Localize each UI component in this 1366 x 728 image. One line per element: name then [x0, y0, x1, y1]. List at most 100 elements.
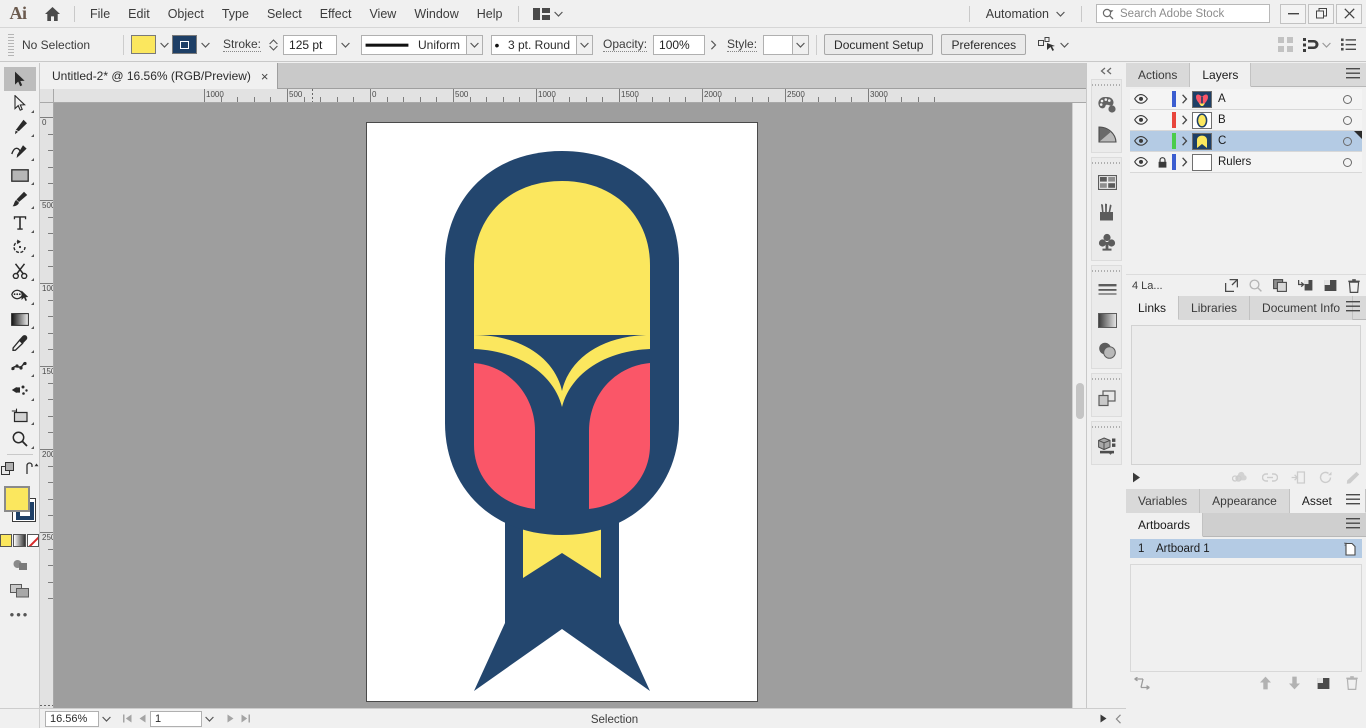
status-menu-icon[interactable]: [1096, 711, 1111, 727]
page-dropdown-caret[interactable]: [202, 711, 217, 727]
links-list-empty[interactable]: [1131, 325, 1361, 465]
update-link-icon[interactable]: [1319, 471, 1333, 484]
gradient-icon[interactable]: [1092, 305, 1122, 335]
layer-row-b[interactable]: B: [1130, 110, 1362, 131]
control-bar-grip[interactable]: [6, 33, 16, 56]
rail-grip[interactable]: [1092, 80, 1121, 89]
transform-icon[interactable]: [1303, 37, 1319, 52]
layer-target-indicator[interactable]: [1332, 94, 1362, 104]
ruler-origin-corner[interactable]: [40, 89, 54, 103]
fill-color-swatch[interactable]: [131, 35, 156, 54]
panel-menu-icon[interactable]: [1346, 518, 1360, 532]
go-to-link-icon[interactable]: [1291, 470, 1306, 484]
rotate-tool[interactable]: [4, 235, 36, 259]
graphic-style-caret[interactable]: [793, 34, 810, 55]
align-icon[interactable]: [1278, 37, 1293, 52]
layer-name[interactable]: B: [1218, 114, 1332, 126]
release-to-layers-icon[interactable]: [1225, 279, 1238, 292]
create-new-layer-icon[interactable]: [1324, 279, 1337, 292]
home-icon[interactable]: [36, 0, 68, 28]
type-tool[interactable]: [4, 211, 36, 235]
menu-select[interactable]: Select: [258, 0, 311, 28]
artboard-options-icon[interactable]: [1338, 542, 1362, 556]
disclosure-icon[interactable]: [1176, 157, 1192, 167]
default-fill-stroke-icon[interactable]: [0, 462, 15, 476]
panel-menu-icon[interactable]: [1346, 68, 1360, 82]
symbols-icon[interactable]: [1092, 227, 1122, 257]
stroke-weight-stepper[interactable]: [269, 38, 280, 51]
move-up-icon[interactable]: [1259, 676, 1272, 690]
restore-button[interactable]: [1308, 3, 1334, 24]
stroke-color-swatch[interactable]: [172, 35, 197, 54]
chevron-down-icon[interactable]: [1322, 42, 1331, 48]
disclosure-icon[interactable]: [1176, 115, 1192, 125]
stroke-icon[interactable]: [1092, 275, 1122, 305]
gradient-tool[interactable]: [4, 307, 36, 331]
layer-name[interactable]: Rulers: [1218, 156, 1332, 168]
opacity-expand-icon[interactable]: [705, 35, 721, 54]
last-page-icon[interactable]: [238, 711, 253, 727]
layer-target-indicator[interactable]: [1332, 115, 1362, 125]
gradient-icon[interactable]: [13, 533, 26, 547]
collapse-panels-icon[interactable]: [1087, 63, 1126, 79]
layer-row-rulers[interactable]: Rulers: [1130, 152, 1362, 173]
menu-file[interactable]: File: [81, 0, 119, 28]
eye-icon[interactable]: [1130, 157, 1152, 167]
automation-menu[interactable]: Automation: [976, 7, 1075, 21]
zoom-tool[interactable]: [4, 427, 36, 451]
make-clipping-mask-icon[interactable]: [1273, 279, 1287, 292]
artboard-row-1[interactable]: 1 Artboard 1: [1130, 539, 1362, 558]
menu-window[interactable]: Window: [405, 0, 467, 28]
menu-effect[interactable]: Effect: [311, 0, 361, 28]
menu-type[interactable]: Type: [213, 0, 258, 28]
artboard-tool[interactable]: [4, 403, 36, 427]
eye-icon[interactable]: [1130, 136, 1152, 146]
tab-artboards[interactable]: Artboards: [1126, 513, 1204, 537]
layer-target-indicator[interactable]: [1332, 157, 1362, 167]
vertical-ruler[interactable]: 0 500 1000 1500 2000 2500: [40, 103, 54, 708]
menu-view[interactable]: View: [360, 0, 405, 28]
canvas-vertical-scrollbar[interactable]: [1072, 103, 1086, 708]
rail-grip[interactable]: [1092, 158, 1121, 167]
symbol-sprayer-tool[interactable]: [4, 379, 36, 403]
tab-links[interactable]: Links: [1126, 296, 1180, 320]
arrange-documents-icon[interactable]: [525, 0, 571, 28]
pathfinder-icon[interactable]: [1092, 383, 1122, 413]
paintbrush-tool[interactable]: [4, 187, 36, 211]
artboard-1[interactable]: [366, 122, 758, 702]
eyedropper-tool[interactable]: [4, 331, 36, 355]
eye-icon[interactable]: [1130, 115, 1152, 125]
first-page-icon[interactable]: [120, 711, 135, 727]
eye-icon[interactable]: [1130, 94, 1152, 104]
disclosure-icon[interactable]: [1176, 94, 1192, 104]
create-new-sublayer-icon[interactable]: [1298, 279, 1313, 292]
canvas-area[interactable]: [54, 103, 1072, 708]
layer-row-a[interactable]: A: [1130, 89, 1362, 110]
fill-dropdown-caret[interactable]: [156, 35, 172, 54]
tab-libraries[interactable]: Libraries: [1179, 296, 1251, 320]
color-guide-icon[interactable]: [1092, 119, 1122, 149]
style-label[interactable]: Style:: [727, 37, 758, 52]
lock-icon[interactable]: [1152, 156, 1172, 168]
zoom-level-input[interactable]: 16.56%: [45, 710, 99, 727]
fill-swatch-large[interactable]: [4, 486, 30, 512]
prev-page-icon[interactable]: [135, 711, 150, 727]
swatches-icon[interactable]: [1092, 167, 1122, 197]
artboards-empty-area[interactable]: [1130, 564, 1362, 672]
curvature-tool[interactable]: [4, 139, 36, 163]
scissors-tool[interactable]: [4, 259, 36, 283]
list-icon[interactable]: [1341, 38, 1356, 51]
move-down-icon[interactable]: [1288, 676, 1301, 690]
layer-name[interactable]: A: [1218, 93, 1332, 105]
swap-fill-stroke-icon[interactable]: [25, 462, 39, 476]
more-tools-icon[interactable]: •••: [4, 603, 36, 625]
stroke-dropdown-caret[interactable]: [197, 35, 213, 54]
layer-name[interactable]: C: [1218, 135, 1332, 147]
blend-tool[interactable]: [4, 355, 36, 379]
page-number-input[interactable]: 1: [150, 710, 202, 727]
tab-actions[interactable]: Actions: [1126, 63, 1191, 87]
disclosure-triangle-icon[interactable]: [1132, 472, 1141, 483]
edit-original-icon[interactable]: [1346, 471, 1360, 484]
3d-materials-icon[interactable]: [1092, 431, 1122, 461]
tab-variables[interactable]: Variables: [1126, 489, 1201, 513]
